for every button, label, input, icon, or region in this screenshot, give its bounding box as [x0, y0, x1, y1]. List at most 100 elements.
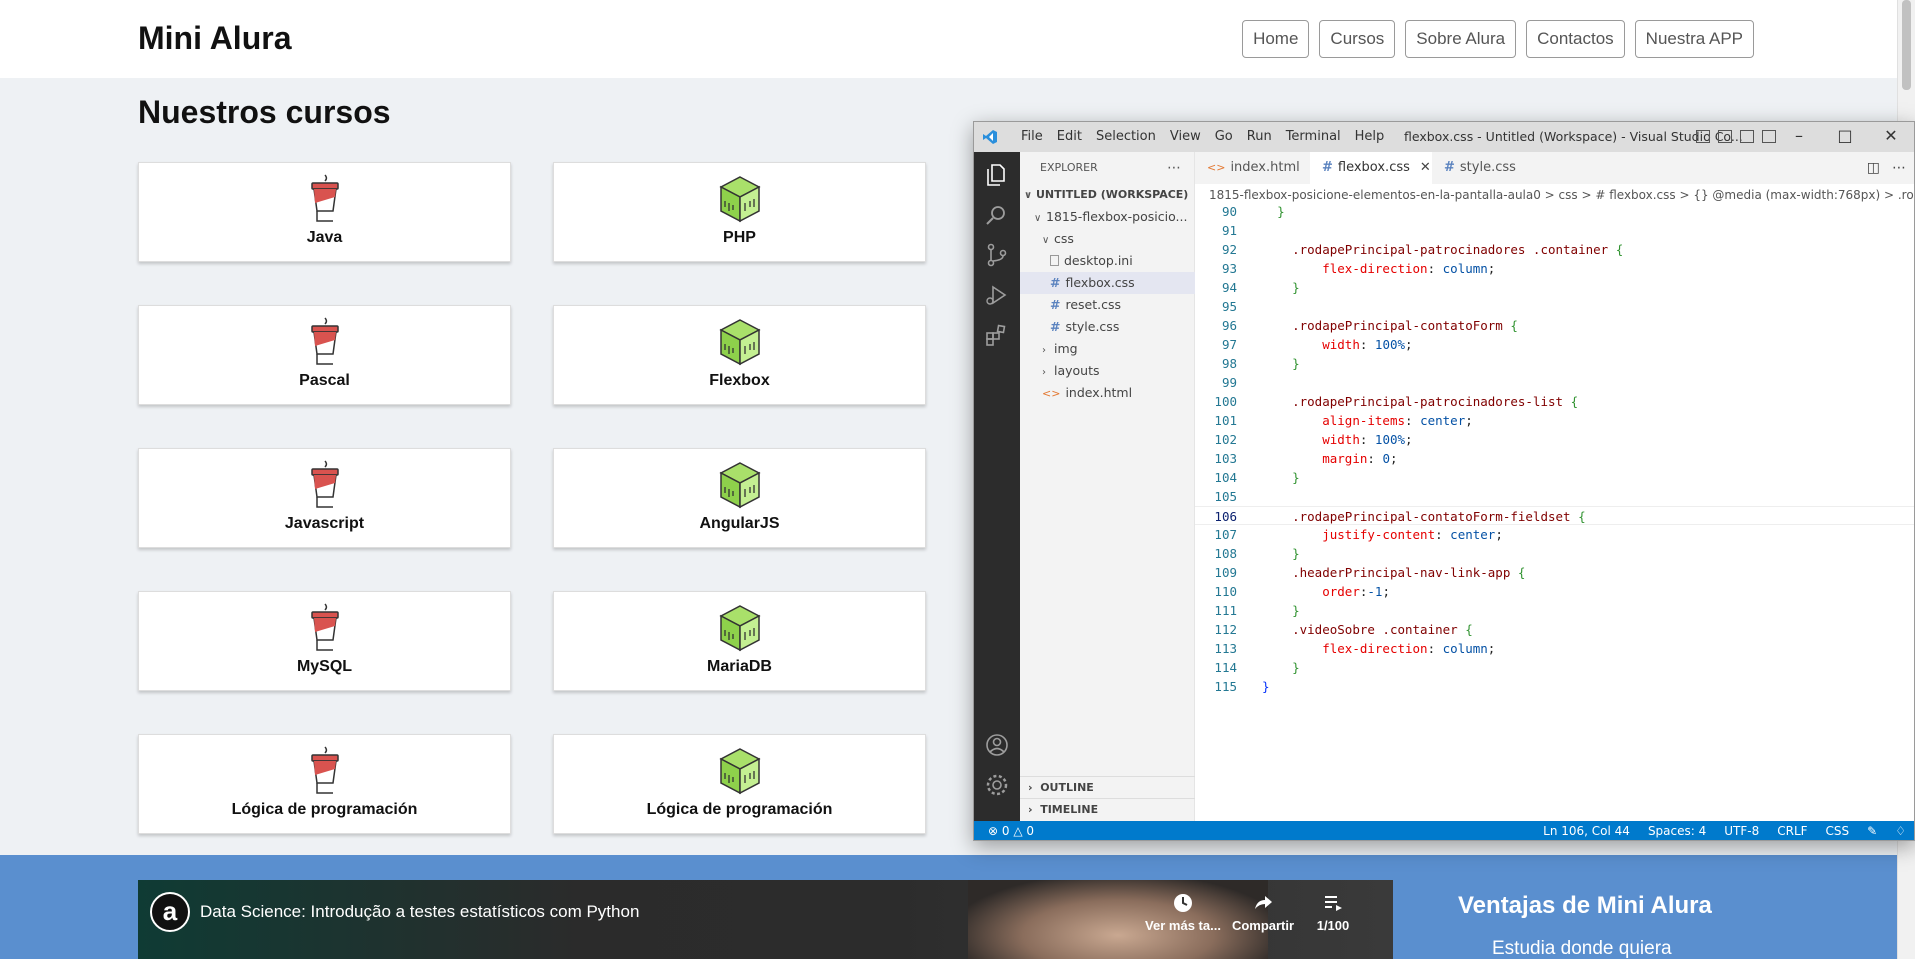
close-icon[interactable]: ✕ [1868, 122, 1914, 152]
language-mode[interactable]: CSS [1826, 821, 1850, 840]
toggle-secondary-sidebar-icon[interactable] [1740, 130, 1754, 143]
menu-terminal[interactable]: Terminal [1279, 129, 1348, 144]
search-icon[interactable] [984, 202, 1010, 228]
share-label: Compartir [1231, 918, 1295, 933]
css-property: align-items [1322, 413, 1406, 428]
course-card-javascript[interactable]: Javascript [138, 448, 511, 548]
tab-style-css[interactable]: # style.css [1432, 152, 1532, 184]
tab-label: style.css [1459, 160, 1516, 175]
tree-file-reset-css[interactable]: # reset.css [1020, 294, 1195, 316]
indentation[interactable]: Spaces: 4 [1648, 821, 1706, 840]
site-logo[interactable]: Mini Alura [138, 20, 291, 57]
course-card-java[interactable]: Java [138, 162, 511, 262]
code-editor[interactable]: 90 } 91 92 .rodapePrincipal-patrocinador… [1195, 202, 1914, 696]
tab-index-html[interactable]: <> index.html [1195, 152, 1310, 184]
tree-file-style-css[interactable]: # style.css [1020, 316, 1195, 338]
vscode-menubar: File Edit Selection View Go Run Terminal… [1014, 129, 1391, 144]
playlist-counter: 1/100 [1316, 918, 1350, 933]
course-name: PHP [723, 229, 756, 246]
menu-selection[interactable]: Selection [1089, 129, 1163, 144]
tab-flexbox-css[interactable]: # flexbox.css ✕ [1310, 152, 1432, 184]
course-card-flexbox[interactable]: Flexbox [553, 305, 926, 405]
outline-section[interactable]: › OUTLINE [1020, 776, 1195, 798]
code-line: 115} [1195, 677, 1914, 696]
toggle-panel-icon[interactable] [1718, 130, 1732, 143]
code-line: 112 .videoSobre .container { [1195, 620, 1914, 639]
css-value: -1 [1367, 584, 1383, 599]
tree-file-index-html[interactable]: <> index.html [1020, 382, 1195, 404]
line-number: 107 [1214, 527, 1237, 542]
extensions-icon[interactable] [984, 322, 1010, 348]
java-cup-icon [302, 173, 348, 225]
channel-avatar[interactable]: a [150, 892, 190, 932]
nav-nuestra-app-link[interactable]: Nuestra APP [1634, 20, 1754, 58]
minimize-icon[interactable]: – [1776, 122, 1822, 152]
watch-later-button[interactable]: Ver más ta... [1138, 892, 1228, 933]
layout-controls [1696, 130, 1776, 143]
line-number: 90 [1221, 204, 1237, 219]
tree-folder-css[interactable]: ∨ css [1020, 228, 1195, 250]
code-line: 103 margin: 0; [1195, 449, 1914, 468]
nav-home-link[interactable]: Home [1242, 20, 1310, 58]
bell-icon[interactable]: ♢ [1895, 821, 1906, 840]
tree-file-desktop-ini[interactable]: desktop.ini [1020, 250, 1195, 272]
green-cube-icon [717, 459, 763, 511]
more-actions-icon[interactable]: ⋯ [1892, 160, 1906, 176]
menu-run[interactable]: Run [1240, 129, 1279, 144]
scrollbar-thumb[interactable] [1902, 0, 1911, 90]
settings-gear-icon[interactable] [984, 772, 1010, 798]
maximize-icon[interactable]: □ [1822, 122, 1868, 152]
file-name: reset.css [1065, 297, 1122, 312]
workspace-label: UNTITLED (WORKSPACE) [1036, 188, 1189, 201]
vscode-logo-icon [983, 130, 997, 144]
course-card-pascal[interactable]: Pascal [138, 305, 511, 405]
cursor-position[interactable]: Ln 106, Col 44 [1543, 821, 1630, 840]
nav-cursos-link[interactable]: Cursos [1319, 20, 1396, 58]
line-number: 106 [1214, 509, 1237, 524]
menu-help[interactable]: Help [1348, 129, 1392, 144]
video-title[interactable]: Data Science: Introdução a testes estatí… [200, 902, 639, 922]
tab-label: flexbox.css [1337, 160, 1410, 175]
more-actions-icon[interactable]: ⋯ [1167, 152, 1181, 184]
source-control-icon[interactable] [984, 242, 1010, 268]
menu-view[interactable]: View [1163, 129, 1208, 144]
menu-file[interactable]: File [1014, 129, 1050, 144]
timeline-section[interactable]: › TIMELINE [1020, 798, 1195, 820]
advantages-subtitle: Estudia donde quiera [1492, 938, 1672, 959]
run-debug-icon[interactable] [984, 282, 1010, 308]
line-ending[interactable]: CRLF [1777, 821, 1807, 840]
course-card-php[interactable]: PHP [553, 162, 926, 262]
line-number: 111 [1214, 603, 1237, 618]
tree-folder-project[interactable]: ∨ 1815-flexbox-posicio... [1020, 206, 1195, 228]
workspace-root[interactable]: ∨ UNTITLED (WORKSPACE) [1020, 184, 1195, 206]
menu-go[interactable]: Go [1208, 129, 1240, 144]
share-arrow-icon [1255, 896, 1272, 909]
tree-file-flexbox-css[interactable]: # flexbox.css [1020, 272, 1195, 294]
playlist-button[interactable]: 1/100 [1288, 892, 1378, 933]
vscode-titlebar: File Edit Selection View Go Run Terminal… [974, 122, 1914, 152]
problems-indicator[interactable]: ⊗ 0 △ 0 [988, 821, 1034, 840]
feedback-icon[interactable]: ✎ [1867, 821, 1877, 840]
nav-contactos-link[interactable]: Contactos [1526, 20, 1625, 58]
course-card-mariadb[interactable]: MariaDB [553, 591, 926, 691]
course-card-mysql[interactable]: MySQL [138, 591, 511, 691]
menu-edit[interactable]: Edit [1050, 129, 1089, 144]
course-card-angularjs[interactable]: AngularJS [553, 448, 926, 548]
encoding[interactable]: UTF-8 [1724, 821, 1759, 840]
close-tab-icon[interactable]: ✕ [1420, 160, 1431, 175]
toggle-sidebar-icon[interactable] [1696, 130, 1710, 143]
code-line: 93 flex-direction: column; [1195, 259, 1914, 278]
explorer-title: EXPLORER [1040, 161, 1098, 174]
css-value: column [1442, 261, 1488, 276]
tree-folder-layouts[interactable]: › layouts [1020, 360, 1195, 382]
split-editor-icon[interactable]: ◫ [1867, 160, 1880, 176]
explorer-files-icon[interactable] [984, 162, 1010, 188]
tree-folder-img[interactable]: › img [1020, 338, 1195, 360]
customize-layout-icon[interactable] [1762, 130, 1776, 143]
course-card-logica-2[interactable]: Lógica de programación [553, 734, 926, 834]
nav-sobre-alura-link[interactable]: Sobre Alura [1405, 20, 1517, 58]
youtube-embed[interactable]: a Data Science: Introdução a testes esta… [138, 880, 1393, 959]
css-value: 0 [1382, 451, 1390, 466]
course-card-logica-1[interactable]: Lógica de programación [138, 734, 511, 834]
accounts-icon[interactable] [984, 732, 1010, 758]
